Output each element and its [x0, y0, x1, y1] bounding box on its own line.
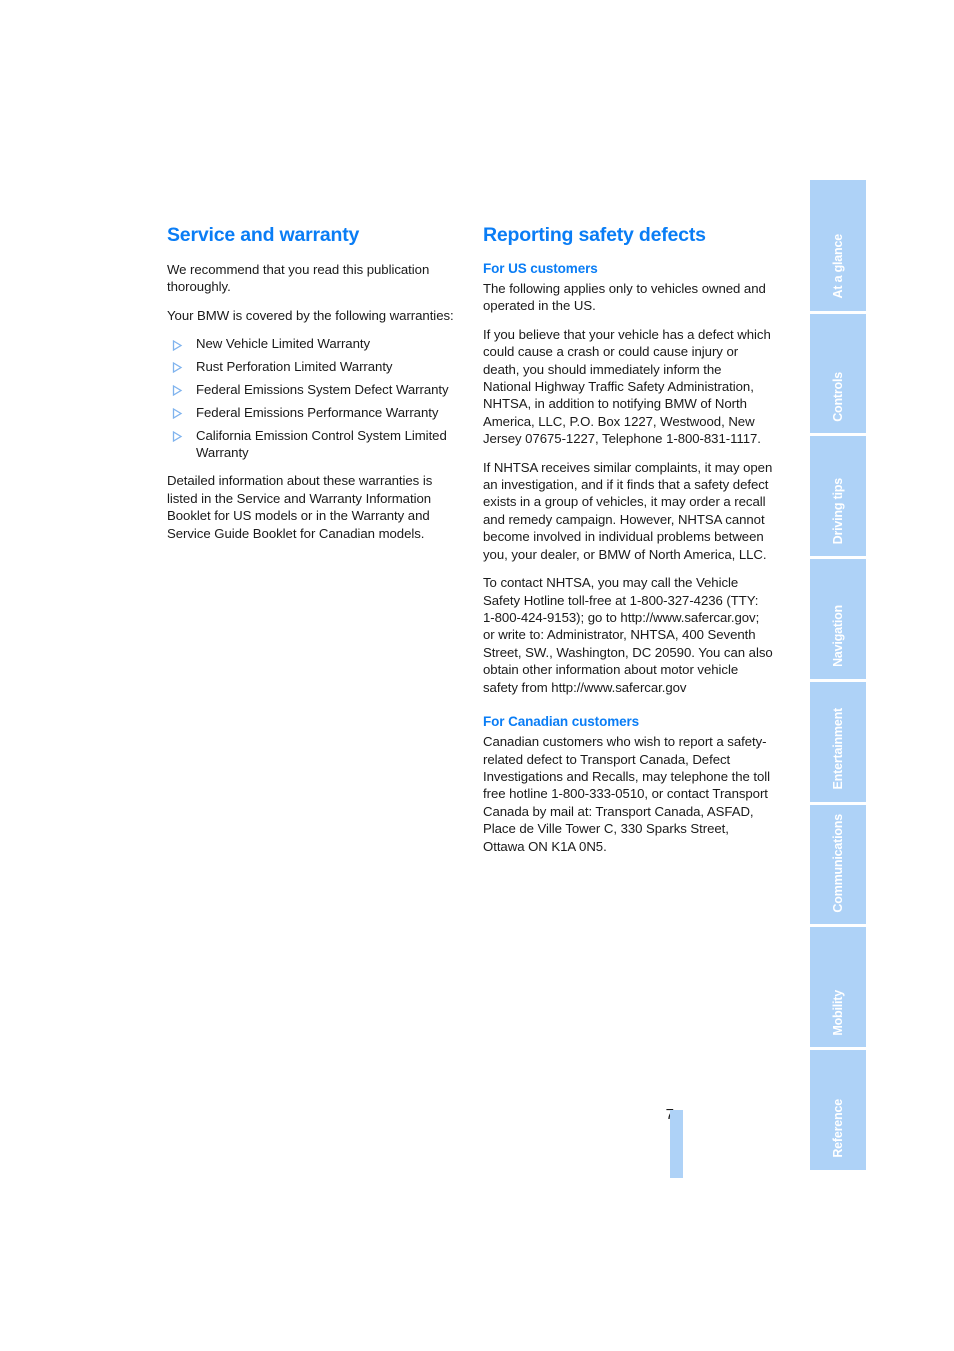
list-item-label: California Emission Control System Limit… — [196, 427, 447, 461]
list-item: Federal Emissions Performance Warranty — [167, 404, 463, 421]
tab-label: Communications — [831, 813, 845, 913]
folio: 7 — [640, 1107, 700, 1179]
tab-label: Entertainment — [831, 708, 845, 790]
service-closing-paragraph: Detailed information about these warrant… — [167, 473, 433, 541]
tab-entertainment[interactable]: Entertainment — [810, 681, 866, 802]
tab-label: Mobility — [831, 989, 845, 1036]
tab-label: At a glance — [831, 234, 845, 299]
service-intro-paragraph-1: We recommend that you read this publicat… — [167, 261, 430, 295]
right-column: Reporting safety defects For US customer… — [483, 224, 773, 855]
section-tab-strip: At a glance Controls Driving tips Naviga… — [810, 180, 866, 1171]
list-item: Federal Emissions System Defect Warranty — [167, 381, 463, 398]
tab-label: Navigation — [831, 605, 845, 667]
service-intro-paragraph-2: Your BMW is covered by the following war… — [167, 307, 454, 323]
tab-navigation[interactable]: Navigation — [810, 559, 866, 679]
subheading-for-canadian-customers: For Canadian customers — [483, 713, 640, 729]
tab-at-a-glance[interactable]: At a glance — [810, 180, 866, 311]
tab-controls[interactable]: Controls — [810, 313, 866, 434]
list-item: New Vehicle Limited Warranty — [167, 335, 463, 352]
tab-driving-tips[interactable]: Driving tips — [810, 436, 866, 557]
us-paragraph-2: If you believe that your vehicle has a d… — [483, 326, 771, 447]
subheading-for-us-customers: For US customers — [483, 260, 598, 276]
us-paragraph-3: If NHTSA receives similar complaints, it… — [483, 459, 773, 562]
list-item-label: New Vehicle Limited Warranty — [196, 336, 371, 352]
tab-label: Reference — [831, 1099, 845, 1159]
list-item-label: Federal Emissions System Defect Warranty — [196, 381, 449, 397]
list-item: California Emission Control System Limit… — [167, 427, 463, 462]
page-title-service-and-warranty: Service and warranty — [167, 224, 360, 246]
tab-reference[interactable]: Reference — [810, 1050, 866, 1171]
us-paragraph-1: The following applies only to vehicles o… — [483, 281, 766, 314]
left-column: Service and warranty We recommend that y… — [167, 224, 463, 542]
tab-communications[interactable]: Communications — [810, 804, 866, 925]
us-paragraph-4: To contact NHTSA, you may call the Vehic… — [483, 575, 773, 695]
list-item: Rust Perforation Limited Warranty — [167, 358, 463, 375]
list-item-label: Federal Emissions Performance Warranty — [196, 404, 439, 420]
manual-page: Service and warranty We recommend that y… — [0, 0, 954, 1351]
tab-mobility[interactable]: Mobility — [810, 927, 866, 1048]
folio-accent-bar — [670, 1110, 683, 1178]
tab-label: Controls — [831, 371, 845, 422]
page-title-reporting-safety-defects: Reporting safety defects — [483, 224, 706, 246]
canadian-paragraph-1: Canadian customers who wish to report a … — [483, 734, 771, 854]
tab-label: Driving tips — [831, 477, 845, 545]
list-item-label: Rust Perforation Limited Warranty — [196, 358, 393, 374]
warranty-list: New Vehicle Limited Warranty Rust Perfor… — [167, 335, 463, 461]
